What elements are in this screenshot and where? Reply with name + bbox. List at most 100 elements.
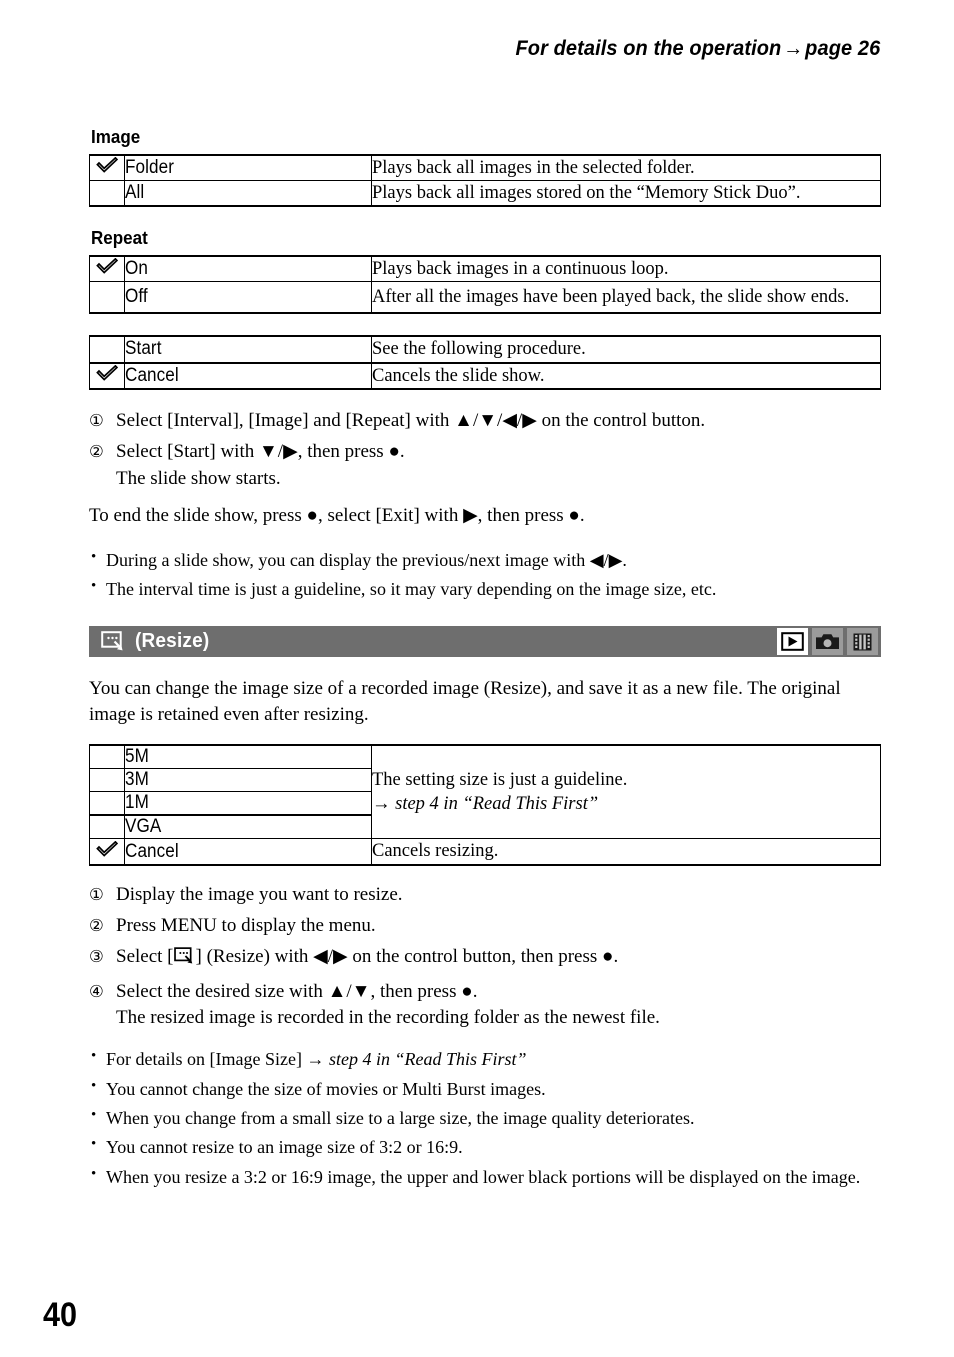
option-label: 3M — [124, 768, 372, 793]
playback-mode-icon — [777, 628, 808, 656]
option-label-text: All — [125, 182, 145, 204]
table-row: Cancel Cancels resizing. — [89, 838, 881, 866]
option-label-text: Cancel — [125, 840, 179, 862]
camera-mode-icon — [812, 628, 843, 656]
mode-icon-group — [777, 628, 878, 656]
step-text: Press MENU to display the menu. — [116, 915, 376, 937]
resize-options-table: 5M The setting size is just a guideline.… — [89, 744, 881, 866]
repeat-section-heading: Repeat — [91, 227, 148, 249]
content-column: Image Folder Plays back all images in th… — [89, 126, 881, 1195]
resize-procedure: ① Display the image you want to resize. … — [89, 883, 881, 1031]
option-label-text: Folder — [125, 156, 175, 178]
option-label-text: Cancel — [125, 364, 179, 386]
running-head: For details on the operation→page 26 — [515, 36, 880, 61]
table-row: On Plays back images in a continuous loo… — [89, 255, 881, 283]
step-text: Display the image you want to resize. — [116, 883, 403, 905]
table-row: Cancel Cancels the slide show. — [89, 362, 881, 390]
step-number: ④ — [89, 981, 104, 1001]
selected-check-cell — [89, 154, 125, 181]
procedure-step: ② Press MENU to display the menu. — [89, 914, 881, 938]
step-text: Select [Interval], [Image] and [Repeat] … — [116, 410, 706, 432]
option-label: Cancel — [124, 362, 372, 390]
resize-section-title: (Resize) — [135, 630, 210, 653]
option-description: See the following procedure. — [371, 335, 881, 364]
arrow-icon: → — [372, 794, 391, 815]
running-head-page: page 26 — [804, 36, 880, 60]
option-description: After all the images have been played ba… — [371, 281, 881, 314]
step-number: ③ — [89, 947, 104, 967]
step-text-before: Select [ — [116, 946, 174, 968]
step-number: ② — [89, 442, 104, 462]
option-label: Cancel — [124, 838, 372, 866]
step-main-text: Select the desired size with ▲/▼, then p… — [116, 980, 478, 1002]
option-label: Off — [124, 281, 372, 314]
checkmark-icon — [96, 364, 118, 382]
resize-notes-list: For details on [Image Size] → step 4 in … — [89, 1047, 881, 1189]
running-head-arrow-icon: → — [782, 36, 804, 60]
document-page: For details on the operation→page 26 Ima… — [0, 0, 954, 1357]
option-label-text: 1M — [125, 792, 149, 814]
procedure-step: ④ Select the desired size with ▲/▼, then… — [89, 980, 881, 1031]
checkmark-icon — [96, 840, 118, 858]
page-number: 40 — [43, 1296, 78, 1334]
start-cancel-table: Start See the following procedure. Cance… — [89, 335, 881, 391]
slideshow-procedure: ① Select [Interval], [Image] and [Repeat… — [89, 409, 881, 491]
checkmark-icon — [96, 156, 118, 174]
table-row: Start See the following procedure. — [89, 335, 881, 364]
list-item: For details on [Image Size] → step 4 in … — [89, 1047, 881, 1071]
table-row: All Plays back all images stored on the … — [89, 179, 881, 207]
selected-check-cell — [89, 179, 125, 207]
option-description: Cancels the slide show. — [371, 362, 881, 390]
selected-check-cell — [89, 281, 125, 314]
selected-check-cell — [89, 362, 125, 390]
image-options-table: Folder Plays back all images in the sele… — [89, 153, 881, 208]
option-description: Plays back all images stored on the “Mem… — [371, 179, 881, 207]
option-label: On — [124, 255, 372, 283]
table-row: 5M The setting size is just a guideline.… — [89, 744, 881, 840]
table-row: Off After all the images have been playe… — [89, 281, 881, 314]
list-item: When you change from a small size to a l… — [89, 1106, 881, 1130]
list-item: During a slide show, you can display the… — [89, 548, 881, 572]
resize-size-description: The setting size is just a guideline. → … — [371, 744, 881, 840]
option-label: Start — [124, 335, 372, 364]
option-label-text: VGA — [125, 816, 162, 838]
option-description: Plays back images in a continuous loop. — [371, 255, 881, 283]
step-text-after: ] (Resize) with ◀/▶ on the control butto… — [195, 946, 619, 968]
movie-mode-icon — [847, 628, 878, 656]
selected-check-cell — [89, 838, 125, 866]
step-text: Select the desired size with ▲/▼, then p… — [116, 980, 881, 1031]
option-label: 1M — [124, 791, 372, 817]
option-label-text: 3M — [125, 769, 149, 791]
selected-check-cell — [89, 335, 125, 364]
resize-desc-line-2: → step 4 in “Read This First” — [372, 792, 880, 816]
step-number: ① — [89, 411, 104, 431]
option-label: VGA — [124, 814, 372, 840]
option-label-text: Start — [125, 338, 162, 360]
list-item: You cannot change the size of movies or … — [89, 1077, 881, 1101]
option-label: 5M — [124, 744, 372, 770]
procedure-step: ③ Select [ ] (Resize) with ◀/▶ on the con… — [89, 945, 881, 972]
selected-check-cell — [89, 744, 125, 770]
note-text: For details on [Image Size] — [106, 1049, 307, 1070]
note-reference: step 4 in “Read This First” — [324, 1049, 527, 1070]
option-label: Folder — [124, 154, 372, 181]
arrow-icon: → — [306, 1049, 325, 1070]
option-label-text: Off — [125, 286, 148, 308]
option-label-text: On — [125, 258, 148, 280]
selected-check-cell — [89, 791, 125, 817]
resize-desc-line-1: The setting size is just a guideline. — [372, 769, 628, 790]
image-section-heading: Image — [91, 126, 141, 147]
step-number: ② — [89, 916, 104, 936]
step-number: ① — [89, 884, 104, 904]
resize-desc-ref: step 4 in “Read This First” — [395, 794, 599, 815]
step-text: Select [Start] with ▼/▶, then press ●. T… — [116, 440, 881, 491]
option-label-text: 5M — [125, 746, 149, 768]
resize-icon — [101, 631, 127, 652]
step-main-text: Select [Start] with ▼/▶, then press ●. — [116, 441, 405, 463]
resize-icon — [173, 947, 196, 972]
step-sub-text: The slide show starts. — [116, 467, 281, 489]
selected-check-cell — [89, 768, 125, 793]
step-sub-text: The resized image is recorded in the rec… — [116, 1007, 660, 1028]
resize-intro-paragraph: You can change the image size of a recor… — [89, 678, 841, 725]
running-head-prefix: For details on the operation — [515, 36, 782, 60]
